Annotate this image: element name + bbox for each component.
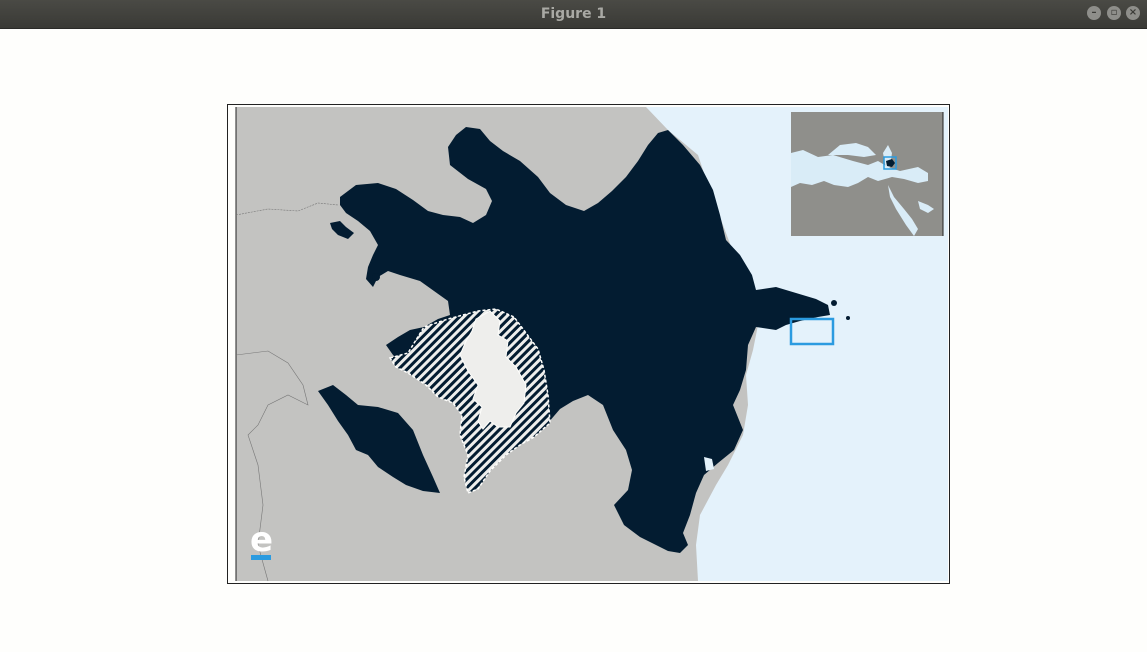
svg-text:e: e [250,520,273,560]
close-button[interactable]: × [1126,6,1140,20]
inset-map [791,112,944,236]
minimize-button[interactable]: – [1087,6,1101,20]
map-svg: e [228,105,948,583]
window-title: Figure 1 [540,6,607,22]
maximize-button[interactable]: ▫ [1107,6,1121,20]
map-axes: e [227,104,950,584]
brand-logo: e [250,520,273,560]
window-titlebar: Figure 1 – ▫ × [0,0,1147,29]
